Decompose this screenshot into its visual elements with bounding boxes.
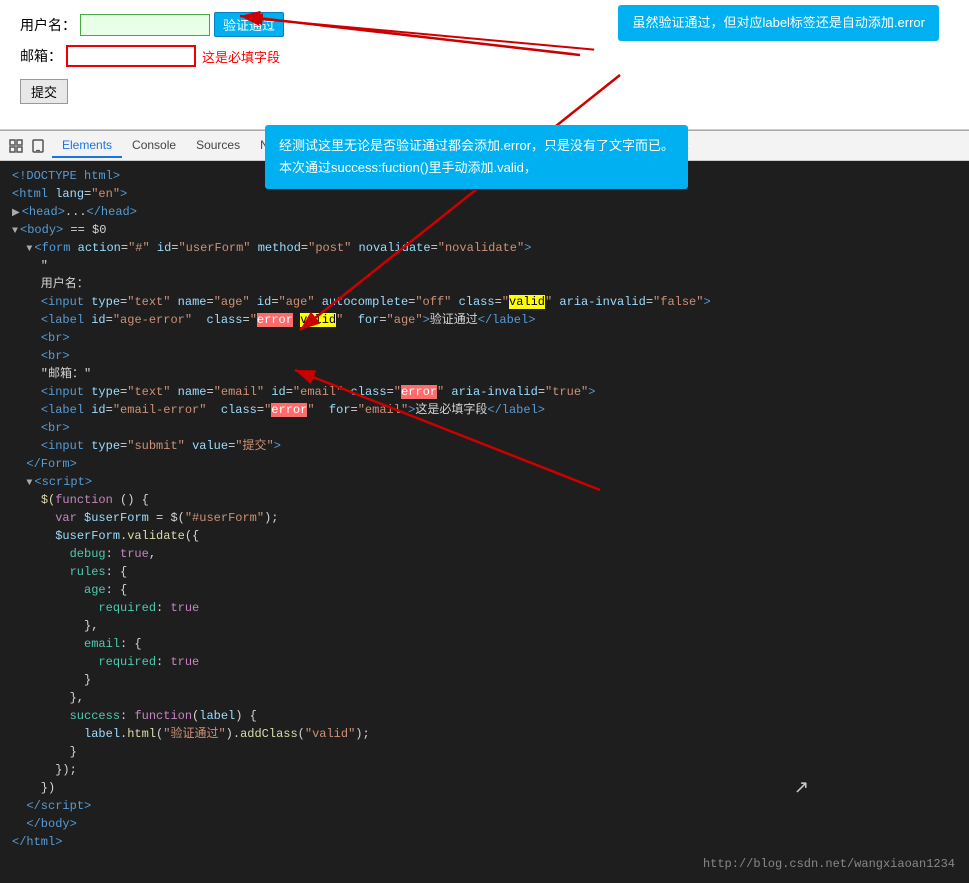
code-line-29: } [0, 671, 969, 689]
code-line-39: </html> [0, 833, 969, 851]
code-line-30: }, [0, 689, 969, 707]
inspect-icon[interactable] [8, 138, 24, 154]
devtools-panel: Elements Console Sources Network Timelin… [0, 130, 969, 883]
code-line-19: $(function () { [0, 491, 969, 509]
mobile-icon[interactable] [30, 138, 46, 154]
username-input[interactable] [80, 14, 210, 36]
tab-sources[interactable]: Sources [186, 134, 250, 158]
annotation-bottom-line2: 本次通过success:fuction()里手动添加.valid， [279, 157, 674, 179]
code-line-18: ▼<script> [0, 473, 969, 491]
code-line-36: }) [0, 779, 969, 797]
annotation-bottom-line1: 经测试这里无论是否验证通过都会添加.error，只是没有了文字而已。 [279, 135, 674, 157]
code-line-13: <input type="text" name="email" id="emai… [0, 383, 969, 401]
code-line-38: </body> [0, 815, 969, 833]
code-line-31: success: function(label) { [0, 707, 969, 725]
validation-passed-badge: 验证通过 [214, 12, 284, 37]
page-preview: 用户名： 验证通过 邮箱： 这是必填字段 提交 虽然验证通过，但对应label标… [0, 0, 969, 130]
required-field-text: 这是必填字段 [202, 47, 280, 66]
email-label: 邮箱： [20, 46, 62, 66]
code-line-26: }, [0, 617, 969, 635]
code-line-6: " [0, 257, 969, 275]
code-line-21: $userForm.validate({ [0, 527, 969, 545]
code-line-28: required: true [0, 653, 969, 671]
code-line-12: "邮箱：" [0, 365, 969, 383]
code-line-9: <label id="age-error" class="error valid… [0, 311, 969, 329]
url-footer: http://blog.csdn.net/wangxiaoan1234 [0, 851, 969, 877]
code-line-7: 用户名： [0, 275, 969, 293]
tab-console[interactable]: Console [122, 134, 186, 158]
submit-row: 提交 [20, 75, 949, 104]
code-line-17: </Form> [0, 455, 969, 473]
code-area: <!DOCTYPE html> <html lang="en"> ▶<head>… [0, 161, 969, 883]
code-line-14: <label id="email-error" class="error" fo… [0, 401, 969, 419]
annotation-box-top: 虽然验证通过，但对应label标签还是自动添加.error [618, 5, 939, 41]
email-row: 邮箱： 这是必填字段 [20, 45, 949, 67]
username-label: 用户名： [20, 15, 76, 35]
code-line-35: }); [0, 761, 969, 779]
code-line-23: rules: { [0, 563, 969, 581]
tab-elements[interactable]: Elements [52, 134, 122, 158]
code-line-3: ▶<head>...</head> [0, 203, 969, 221]
code-line-33: } [0, 743, 969, 761]
code-line-8: <input type="text" name="age" id="age" a… [0, 293, 969, 311]
email-input[interactable] [66, 45, 196, 67]
code-line-11: <br> [0, 347, 969, 365]
code-line-10: <br> [0, 329, 969, 347]
submit-button[interactable]: 提交 [20, 79, 68, 104]
code-line-16: <input type="submit" value="提交"> [0, 437, 969, 455]
code-line-37: </script> [0, 797, 969, 815]
code-line-27: email: { [0, 635, 969, 653]
code-line-4: ▼<body> == $0 [0, 221, 969, 239]
code-line-5: ▼<form action="#" id="userForm" method="… [0, 239, 969, 257]
code-line-15: <br> [0, 419, 969, 437]
annotation-box-bottom: 经测试这里无论是否验证通过都会添加.error，只是没有了文字而已。 本次通过s… [265, 125, 688, 189]
annotation-top-text: 虽然验证通过，但对应label标签还是自动添加.error [632, 15, 925, 30]
code-line-22: debug: true, [0, 545, 969, 563]
code-line-20: var $userForm = $("#userForm"); [0, 509, 969, 527]
code-line-24: age: { [0, 581, 969, 599]
code-line-25: required: true [0, 599, 969, 617]
code-line-32: label.html("验证通过").addClass("valid"); [0, 725, 969, 743]
